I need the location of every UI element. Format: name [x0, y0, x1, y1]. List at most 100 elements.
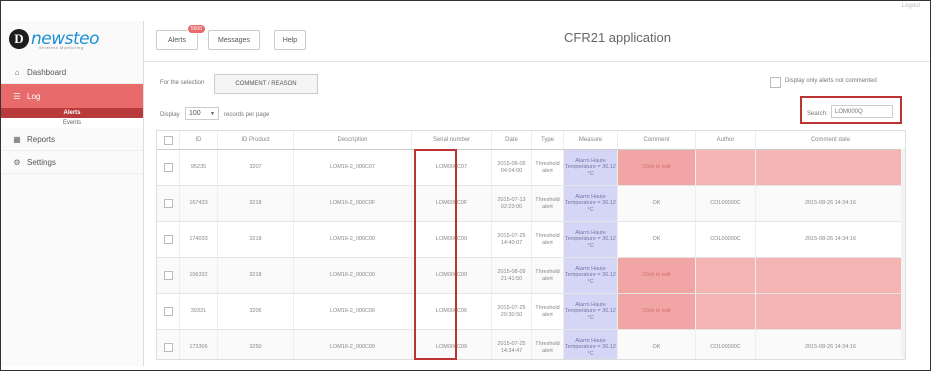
cell-comment[interactable]: OK — [617, 186, 695, 221]
cell-type: Threshold alert — [531, 150, 563, 185]
list-icon: ☰ — [13, 91, 21, 101]
cell-date: 2015-07-25 20:30:50 — [491, 294, 531, 329]
cell-comment-date — [755, 294, 905, 329]
search-label: Search: — [807, 111, 828, 117]
report-icon: ▦ — [13, 134, 21, 144]
row-checkbox[interactable] — [163, 271, 173, 280]
table-row[interactable]: 39331 3206 LOM16-2_000C06 LOM000C06 2015-07-… — [157, 294, 905, 330]
cell-id-product: 3207 — [217, 150, 293, 185]
column-header-measure[interactable]: Measure — [563, 131, 617, 149]
cell-author — [695, 258, 755, 293]
cell-description: LOM16-2_000C06 — [293, 294, 411, 329]
row-select[interactable] — [157, 258, 179, 293]
only-uncommented-checkbox[interactable] — [770, 77, 781, 88]
cell-author: COL00000C — [695, 222, 755, 257]
sidebar-item-dashboard[interactable]: ⌂ Dashboard — [1, 61, 143, 84]
cell-id: 174033 — [179, 222, 217, 257]
column-header-comment[interactable]: Comment — [617, 131, 695, 149]
only-uncommented-label: Display only alerts not commented — [785, 78, 877, 84]
table-row[interactable]: 106332 3218 LOM16-2_000C00 LOM000C00 2015-08… — [157, 258, 905, 294]
cell-author — [695, 150, 755, 185]
alerts-button[interactable]: Alerts 5000 — [156, 24, 206, 50]
table-row[interactable]: 95235 3207 LOM16-2_000C07 LOM000C07 2015-08-… — [157, 150, 905, 186]
column-header-description[interactable]: Description — [293, 131, 411, 149]
cell-description: LOM16-2_000C09 — [293, 330, 411, 359]
cell-comment[interactable]: OK — [617, 222, 695, 257]
sidebar-item-label: Dashboard — [27, 67, 67, 77]
logout-link[interactable]: Logout — [902, 3, 920, 9]
cell-id: 173306 — [179, 330, 217, 359]
row-select[interactable] — [157, 222, 179, 257]
table-row[interactable]: 167433 3218 LOM16-2_000C0F LOM000C0F 2015-07… — [157, 186, 905, 222]
comment-reason-button[interactable]: COMMENT / REASON — [214, 74, 318, 94]
cell-measure: Alarm Haute Temperature = 30.12 °C — [563, 258, 617, 293]
chevron-down-icon: ▼ — [210, 110, 215, 117]
cell-id-product: 3218 — [217, 222, 293, 257]
row-select[interactable] — [157, 186, 179, 221]
cell-id-product: 3250 — [217, 330, 293, 359]
table-scrollbar[interactable] — [901, 149, 905, 357]
select-all-header[interactable] — [157, 131, 179, 149]
row-select[interactable] — [157, 150, 179, 185]
cell-comment[interactable]: Click to edit — [617, 294, 695, 329]
settings-icon: ⚙ — [13, 157, 21, 167]
row-checkbox[interactable] — [163, 343, 173, 352]
cell-measure: Alarm Haute Temperature = 30.12 °C — [563, 222, 617, 257]
brand-tagline: Wireless Monitoring — [39, 45, 84, 50]
cell-comment[interactable]: Click to edit — [617, 150, 695, 185]
sidebar-nav: ⌂ Dashboard ☰ Log Alerts Events ▦ Report… — [1, 61, 143, 174]
row-checkbox[interactable] — [163, 235, 173, 244]
cell-date: 2015-07-25 14:34:47 — [491, 330, 531, 359]
cell-comment[interactable]: OK — [617, 330, 695, 359]
cell-id: 167433 — [179, 186, 217, 221]
row-checkbox[interactable] — [163, 163, 173, 172]
cell-comment-date: 2015-08-26 14:34:16 — [755, 186, 905, 221]
sidebar: D newsteo Wireless Monitoring ⌂ Dashboar… — [1, 21, 144, 366]
cell-type: Threshold alert — [531, 186, 563, 221]
sidebar-subitem-alerts[interactable]: Alerts — [1, 108, 143, 118]
row-select[interactable] — [157, 294, 179, 329]
cell-measure: Alarm Haute Temperature = 30.12 °C — [563, 330, 617, 359]
column-header-author[interactable]: Author — [695, 131, 755, 149]
records-per-page-label: records per page — [224, 112, 270, 118]
column-header-date[interactable]: Date — [491, 131, 531, 149]
table-row[interactable]: 174033 3218 LOM16-2_000C00 LOM000C00 2015-07… — [157, 222, 905, 258]
cell-id-product: 3218 — [217, 186, 293, 221]
select-all-checkbox[interactable] — [163, 135, 173, 145]
cell-type: Threshold alert — [531, 222, 563, 257]
help-button[interactable]: Help — [274, 30, 306, 50]
cell-description: LOM16-2_000C07 — [293, 150, 411, 185]
sidebar-subitem-label: Alerts — [63, 110, 81, 116]
cell-comment[interactable]: Click to edit — [617, 258, 695, 293]
cell-description: LOM16-2_000C00 — [293, 258, 411, 293]
column-header-id-product[interactable]: ID Product — [217, 131, 293, 149]
sidebar-item-settings[interactable]: ⚙ Settings — [1, 151, 143, 174]
row-select[interactable] — [157, 330, 179, 359]
brand-logo[interactable]: D newsteo Wireless Monitoring — [9, 25, 135, 53]
cell-author: COL00000C — [695, 186, 755, 221]
search-input[interactable]: LOM000Q — [831, 105, 893, 118]
cell-measure: Alarm Haute Temperature = 30.12 °C — [563, 294, 617, 329]
row-checkbox[interactable] — [163, 307, 173, 316]
selection-label: For the selection — [160, 80, 205, 86]
sidebar-item-label: Log — [27, 91, 41, 101]
messages-button[interactable]: Messages — [208, 30, 260, 50]
cell-comment-date: 2015-08-26 14:34:16 — [755, 330, 905, 359]
cell-id: 106332 — [179, 258, 217, 293]
page-title: CFR21 application — [564, 30, 671, 45]
sidebar-item-reports[interactable]: ▦ Reports — [1, 128, 143, 151]
row-checkbox[interactable] — [163, 199, 173, 208]
column-header-comment-date[interactable]: Comment date — [755, 131, 905, 149]
page-length-select[interactable]: 100 ▼ — [185, 107, 219, 120]
cell-date: 2015-08-09 21:41:50 — [491, 258, 531, 293]
cell-author — [695, 294, 755, 329]
sidebar-subitem-events[interactable]: Events — [1, 118, 143, 128]
cell-measure: Alarm Haute Temperature = 30.12 °C — [563, 150, 617, 185]
sidebar-item-log[interactable]: ☰ Log — [1, 84, 143, 108]
column-header-serial-number[interactable]: Serial number — [411, 131, 491, 149]
cell-type: Threshold alert — [531, 258, 563, 293]
column-header-id[interactable]: ID — [179, 131, 217, 149]
table-row[interactable]: 173306 3250 LOM16-2_000C09 LOM000C09 2015-07… — [157, 330, 905, 359]
column-header-type[interactable]: Type — [531, 131, 563, 149]
alerts-label: Alerts — [168, 36, 186, 44]
